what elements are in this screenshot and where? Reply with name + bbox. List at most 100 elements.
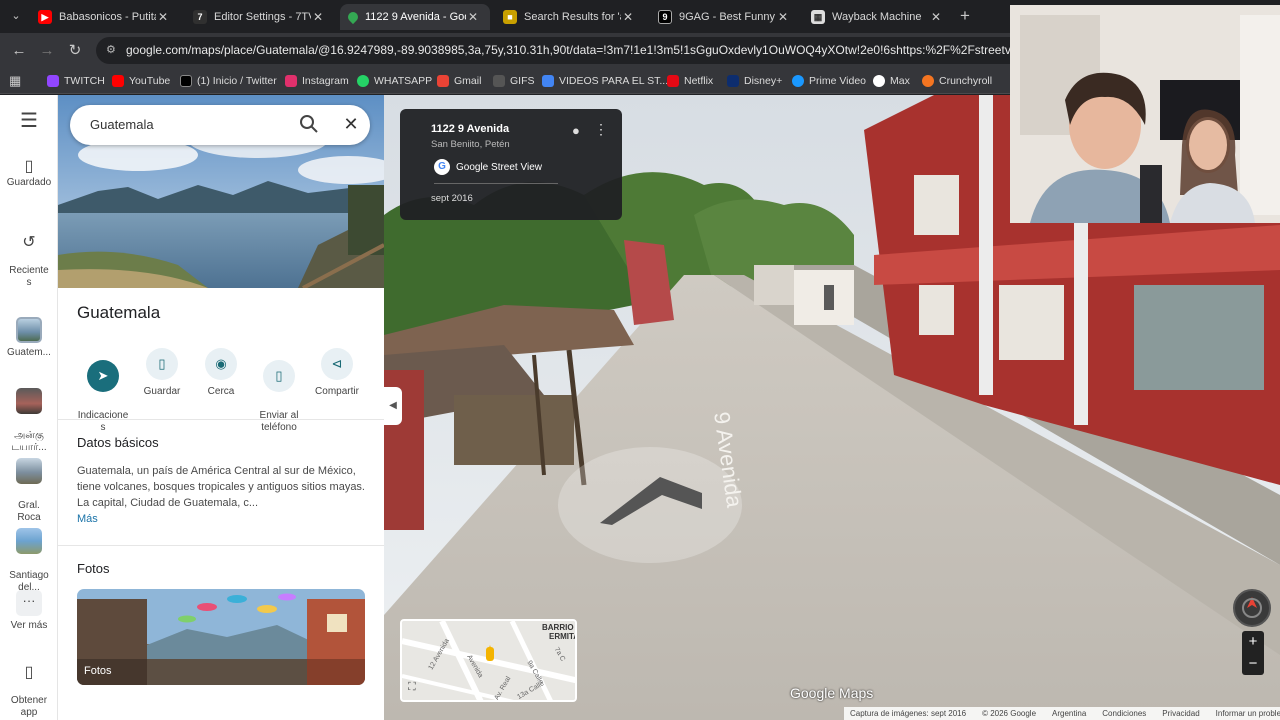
tab-title: Babasonicos - Putita (…	[59, 11, 156, 23]
bookmark-gmail[interactable]: Gmail	[437, 72, 481, 89]
back-icon[interactable]: ←	[8, 40, 30, 62]
search-box[interactable]: Guatemala ✕	[70, 105, 370, 145]
tab-6[interactable]: ▦ Wayback Machine ✕	[803, 4, 953, 30]
rail-recents[interactable]: ↺ Reciente s	[0, 225, 58, 289]
bookmark-instagram[interactable]: Instagram	[285, 72, 349, 89]
close-tab-icon[interactable]: ✕	[466, 10, 480, 24]
directions-button[interactable]: ➤ Indicacione s	[74, 348, 132, 434]
bookmark-youtube[interactable]: YouTube	[112, 72, 170, 89]
tab-2[interactable]: 7 Editor Settings - 7TV ✕	[185, 4, 335, 30]
bookmark-netflix[interactable]: Netflix	[667, 72, 713, 89]
expand-map-icon[interactable]: ⛶	[408, 681, 416, 694]
apps-icon[interactable]: ▦	[9, 72, 21, 89]
rail-recent-guatemala[interactable]: Guatem...	[0, 317, 58, 359]
9gag-icon: 9	[658, 10, 672, 24]
photos-label: Fotos	[84, 665, 112, 677]
terms-link[interactable]: Condiciones	[1102, 709, 1146, 718]
location-pin-icon[interactable]: ●	[572, 123, 580, 138]
zoom-controls: + −	[1242, 631, 1264, 675]
bookmark-label: VIDEOS PARA EL ST...	[559, 74, 669, 87]
map-footer: Captura de imágenes: sept 2016 © 2026 Go…	[844, 707, 1280, 720]
tab-search-icon[interactable]: ⌄	[5, 5, 27, 27]
photos-tile[interactable]: Fotos	[77, 589, 365, 685]
bookmark-disney[interactable]: Disney+	[727, 72, 782, 89]
share-button[interactable]: ⊲ Compartir	[308, 348, 366, 398]
tab-3-active[interactable]: 1122 9 Avenida - Goog ✕	[340, 4, 490, 30]
close-tab-icon[interactable]: ✕	[776, 10, 790, 24]
map-label: ERMITA	[549, 632, 577, 641]
new-tab-button[interactable]: +	[954, 5, 976, 27]
forward-icon[interactable]: →	[36, 40, 58, 62]
close-tab-icon[interactable]: ✕	[621, 10, 635, 24]
hamburger-icon[interactable]: ☰	[0, 111, 58, 131]
privacy-link[interactable]: Privacidad	[1162, 709, 1199, 718]
action-label: Cerca	[207, 386, 235, 397]
bookmark-label: YouTube	[129, 74, 171, 87]
directions-icon: ➤	[87, 360, 119, 392]
collapse-panel-button[interactable]: ◀	[384, 387, 402, 425]
more-options-icon[interactable]: ⋮	[594, 121, 608, 138]
tag-icon: ■	[503, 10, 517, 24]
max-icon	[873, 74, 885, 87]
rail-more[interactable]: ··· Ver más	[0, 590, 58, 632]
street-view-info-card: 1122 9 Avenida San Beniito, Petén G Goog…	[400, 109, 622, 220]
capture-date[interactable]: sept 2016	[431, 193, 473, 204]
bookmark-label: TWITCH	[64, 74, 105, 87]
bookmark-twitch[interactable]: TWITCH	[47, 72, 105, 89]
close-icon[interactable]: ✕	[340, 113, 362, 135]
maps-left-rail: ☰ ▯ Guardado ↺ Reciente s Guatem... அன்க…	[0, 95, 58, 720]
site-info-icon[interactable]: ⚙	[106, 37, 116, 64]
share-icon: ⊲	[321, 348, 353, 380]
close-tab-icon[interactable]: ✕	[311, 10, 325, 24]
bookmark-icon: ▯	[146, 348, 178, 380]
url-input[interactable]: ⚙ google.com/maps/place/Guatemala/@16.92…	[96, 37, 1026, 64]
send-to-phone-button[interactable]: ▯ Enviar al teléfono	[250, 348, 308, 434]
7tv-icon: 7	[193, 10, 207, 24]
rail-label: Guatem...	[7, 347, 51, 358]
compass-icon[interactable]	[1233, 589, 1271, 627]
bookmark-prime[interactable]: Prime Video	[792, 72, 866, 89]
more-link[interactable]: Más	[77, 513, 98, 525]
rail-get-app[interactable]: ▯ Obtener app	[0, 655, 58, 719]
nearby-button[interactable]: ◉ Cerca	[192, 348, 250, 398]
report-problem-link[interactable]: Informar un problema	[1216, 709, 1280, 718]
close-tab-icon[interactable]: ✕	[929, 10, 943, 24]
reload-icon[interactable]: ↻	[64, 40, 86, 62]
bookmark-videos[interactable]: VIDEOS PARA EL ST...	[542, 72, 668, 89]
zoom-out-button[interactable]: −	[1242, 653, 1264, 675]
place-hero-photo[interactable]: Guatemala ✕	[58, 95, 384, 288]
bookmark-twitter[interactable]: (1) Inicio / Twitter	[180, 72, 277, 89]
tab-4[interactable]: ■ Search Results for 'act ✕	[495, 4, 645, 30]
tab-1[interactable]: ▶ Babasonicos - Putita (… ✕	[30, 4, 180, 30]
action-label: Indicacione s	[77, 410, 129, 433]
bookmark-crunchyroll[interactable]: Crunchyroll	[922, 72, 992, 89]
netflix-icon	[667, 74, 679, 87]
tab-5[interactable]: 9 9GAG - Best Funny Me ✕	[650, 4, 800, 30]
place-title: Guatemala	[77, 303, 161, 322]
crunchyroll-icon	[922, 74, 934, 87]
zoom-in-button[interactable]: +	[1242, 631, 1264, 653]
region-link[interactable]: Argentina	[1052, 709, 1086, 718]
close-tab-icon[interactable]: ✕	[156, 10, 170, 24]
rail-label: Reciente s	[9, 265, 49, 288]
action-label: Compartir	[315, 386, 359, 397]
bookmark-whatsapp[interactable]: WHATSAPP	[357, 72, 432, 89]
save-button[interactable]: ▯ Guardar	[133, 348, 191, 398]
rail-saved[interactable]: ▯ Guardado	[0, 159, 58, 189]
mini-map[interactable]: BARRIO ERMITA 12 Avenida Avenida 9a Call…	[400, 619, 577, 702]
phone-icon: ▯	[24, 664, 34, 681]
rail-recent-gral-roca[interactable]: Gral. Roca	[0, 446, 58, 524]
address-city: San Beniito, Petén	[431, 139, 510, 150]
rail-recent-2[interactable]: அன்கு டயார்...	[0, 376, 58, 454]
tab-title: 1122 9 Avenida - Goog	[365, 11, 466, 23]
bookmark-gifs[interactable]: GIFS	[493, 72, 535, 89]
google-maps-watermark: Google Maps	[790, 685, 874, 701]
youtube-icon	[112, 74, 124, 87]
map-label: BARRIO	[542, 623, 574, 632]
maps-pin-icon	[345, 9, 361, 25]
search-input[interactable]: Guatemala	[90, 117, 154, 132]
bookmark-label: Gmail	[454, 74, 482, 87]
rail-recent-santiago[interactable]: Santiago del...	[0, 516, 58, 594]
bookmark-max[interactable]: Max	[873, 72, 910, 89]
search-icon[interactable]	[298, 113, 320, 135]
